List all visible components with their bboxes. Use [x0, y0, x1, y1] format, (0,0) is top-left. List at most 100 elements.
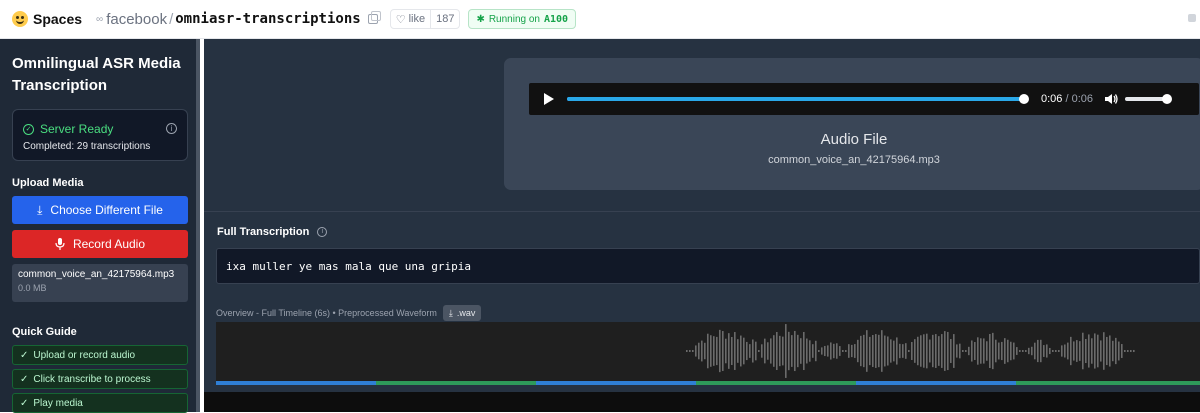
- copy-icon[interactable]: [367, 11, 381, 24]
- waveform-bar: [1094, 333, 1096, 369]
- waveform-bar: [926, 333, 928, 369]
- guide-item: ✓ Play media: [12, 393, 188, 413]
- section-divider: [204, 211, 1200, 212]
- upload-media-heading: Upload Media: [12, 177, 84, 189]
- server-status-label: Server Ready: [40, 122, 114, 136]
- waveform-bar: [857, 339, 859, 363]
- overview-header: Overview - Full Timeline (6s) • Preproce…: [216, 305, 482, 321]
- seek-handle[interactable]: [1019, 94, 1029, 104]
- waveform-bar: [1055, 350, 1057, 352]
- waveform-bar: [722, 331, 724, 371]
- waveform-bar: [995, 339, 997, 363]
- waveform-bar: [902, 344, 904, 358]
- waveform-bar: [776, 332, 778, 370]
- volume-handle[interactable]: [1162, 94, 1172, 104]
- waveform-bar: [1004, 338, 1006, 364]
- waveform-bar: [827, 345, 829, 357]
- waveform-bar: [851, 344, 853, 358]
- menu-icon[interactable]: [1188, 14, 1196, 22]
- waveform-bar: [950, 339, 952, 363]
- guide-item: ✓ Upload or record audio: [12, 345, 188, 365]
- waveform-bar: [929, 339, 931, 363]
- waveform-bar: [698, 342, 700, 360]
- waveform-bar: [737, 339, 739, 363]
- timeline-segment[interactable]: [696, 381, 856, 385]
- waveform-bar: [890, 339, 892, 363]
- waveform-bar: [860, 335, 862, 367]
- waveform-bar: [725, 338, 727, 364]
- waveform-bar: [845, 350, 847, 352]
- guide-item-label: Upload or record audio: [33, 349, 136, 361]
- play-icon[interactable]: [544, 93, 554, 105]
- waveform-bar: [1007, 339, 1009, 363]
- segment-timeline-bar[interactable]: [216, 381, 1200, 385]
- waveform-bar: [710, 335, 712, 367]
- info-icon[interactable]: i: [166, 123, 177, 134]
- guide-item: ✓ Click transcribe to process: [12, 369, 188, 389]
- waveform-bar: [1064, 344, 1066, 358]
- waveform-bar: [773, 335, 775, 367]
- waveform-bar: [935, 334, 937, 368]
- waveform-bar: [836, 343, 838, 359]
- choose-file-label: Choose Different File: [50, 203, 163, 217]
- waveform-bar: [818, 350, 820, 352]
- waveform-bar: [998, 342, 1000, 360]
- quick-guide-heading: Quick Guide: [12, 326, 77, 338]
- waveform-timeline[interactable]: [216, 322, 1200, 381]
- waveform-bar: [1127, 350, 1129, 352]
- waveform-bar: [1058, 350, 1060, 352]
- waveform-bar: [953, 334, 955, 368]
- waveform-bar: [881, 330, 883, 372]
- timeline-segment[interactable]: [216, 381, 376, 385]
- seek-bar[interactable]: [567, 97, 1025, 101]
- download-wav-button[interactable]: ⤓ .wav: [442, 305, 482, 321]
- waveform-bar: [686, 350, 688, 352]
- like-button[interactable]: ♡ like 187: [389, 9, 461, 29]
- waveform-bar: [728, 333, 730, 369]
- waveform-bar: [974, 342, 976, 360]
- waveform-bar: [1067, 342, 1069, 360]
- timeline-segment[interactable]: [1016, 381, 1200, 385]
- timeline-segment[interactable]: [376, 381, 536, 385]
- audio-player: 0:06 / 0:06: [529, 83, 1199, 115]
- waveform-bar: [1124, 350, 1126, 352]
- waveform-bar: [815, 340, 817, 362]
- waveform-bar: [803, 331, 805, 371]
- owner-link[interactable]: facebook: [106, 11, 167, 28]
- record-audio-button[interactable]: Record Audio: [12, 230, 188, 258]
- waveform-bar: [701, 340, 703, 362]
- waveform-bar: [755, 341, 757, 361]
- waveform-bar: [944, 331, 946, 371]
- spaces-link[interactable]: Spaces: [33, 11, 82, 27]
- waveform-bar: [1097, 334, 1099, 368]
- transcription-text[interactable]: ixa muller ye mas mala que una gripia: [216, 248, 1200, 284]
- waveform-bar: [938, 336, 940, 366]
- waveform-bar: [719, 329, 721, 373]
- waveform-bar: [692, 350, 694, 352]
- check-icon: ✓: [20, 349, 29, 361]
- waveform-bar: [695, 345, 697, 357]
- waveform-bar: [1076, 340, 1078, 362]
- waveform-bar: [968, 346, 970, 356]
- waveform-bar: [914, 339, 916, 363]
- duration: 0:06: [1071, 93, 1094, 105]
- waveform-bar: [788, 331, 790, 371]
- waveform-bar: [932, 334, 934, 368]
- huggingface-logo-icon[interactable]: [12, 11, 28, 27]
- info-icon[interactable]: i: [317, 227, 328, 237]
- choose-file-button[interactable]: ⤓ Choose Different File: [12, 196, 188, 224]
- waveform-bar: [1037, 339, 1039, 363]
- bottom-panel: [204, 392, 1200, 412]
- waveform-bar: [824, 345, 826, 357]
- waveform-bar: [917, 336, 919, 366]
- running-status-badge[interactable]: ✱ Running on A100: [468, 9, 577, 29]
- waveform-bar: [1100, 340, 1102, 362]
- repo-name-link[interactable]: omniasr-transcriptions: [175, 11, 360, 27]
- volume-icon[interactable]: [1104, 92, 1118, 106]
- waveform-bar: [1121, 344, 1123, 358]
- timeline-segment[interactable]: [536, 381, 696, 385]
- timeline-segment[interactable]: [856, 381, 1016, 385]
- waveform-bar: [1118, 341, 1120, 361]
- waveform-bar: [734, 332, 736, 370]
- waveform-bar: [785, 324, 787, 378]
